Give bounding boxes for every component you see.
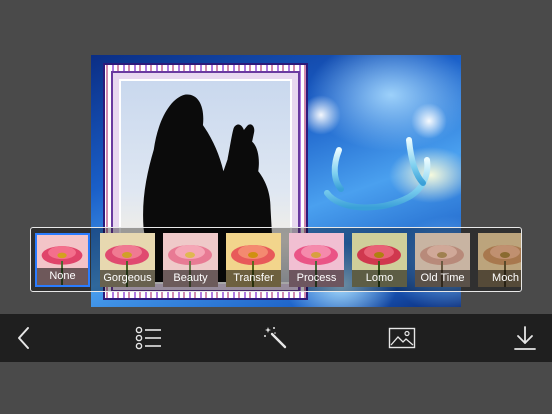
chevron-left-icon xyxy=(18,327,29,349)
filter-mocha[interactable]: Moch xyxy=(478,233,521,287)
filter-strip[interactable]: None Gorgeous Beauty Transfer Process Lo… xyxy=(30,227,522,292)
calligraphy-artwork xyxy=(324,116,431,211)
magic-wand-icon xyxy=(264,327,287,349)
filter-label: Lomo xyxy=(352,270,407,287)
filter-label: Beauty xyxy=(163,270,218,287)
filter-gorgeous[interactable]: Gorgeous xyxy=(100,233,155,287)
filter-lomo[interactable]: Lomo xyxy=(352,233,407,287)
filter-label: Old Time xyxy=(415,270,470,287)
filter-none[interactable]: None xyxy=(35,233,90,287)
image-button[interactable] xyxy=(380,314,424,362)
image-icon xyxy=(388,327,416,349)
filter-label: None xyxy=(37,268,88,285)
download-icon xyxy=(514,326,536,350)
filter-label: Process xyxy=(289,270,344,287)
back-button[interactable] xyxy=(2,314,46,362)
filter-label: Transfer xyxy=(226,270,281,287)
bottom-toolbar xyxy=(0,314,552,362)
list-button[interactable] xyxy=(127,314,171,362)
effects-button[interactable] xyxy=(254,314,298,362)
filter-beauty[interactable]: Beauty xyxy=(163,233,218,287)
filter-process[interactable]: Process xyxy=(289,233,344,287)
filter-label: Moch xyxy=(478,270,521,287)
filter-transfer[interactable]: Transfer xyxy=(226,233,281,287)
download-button[interactable] xyxy=(503,314,547,362)
filter-old-time[interactable]: Old Time xyxy=(415,233,470,287)
filter-label: Gorgeous xyxy=(100,270,155,287)
list-icon xyxy=(135,326,161,350)
